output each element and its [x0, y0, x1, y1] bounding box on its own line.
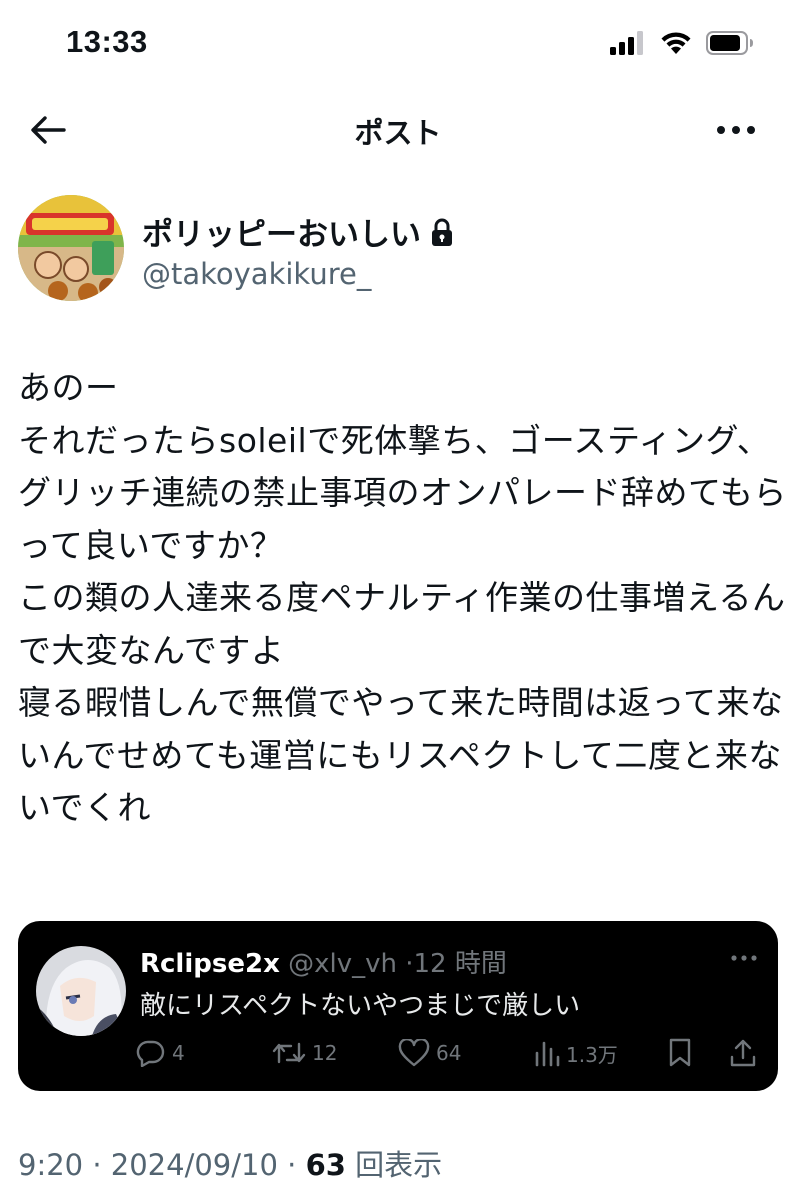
- quoted-more-button[interactable]: [728, 943, 760, 973]
- quoted-display-name[interactable]: Rclipse2x: [140, 949, 280, 979]
- author-name[interactable]: ポリッピーおいしい: [142, 209, 455, 254]
- more-icon: [717, 126, 755, 134]
- quoted-text: 敵にリスペクトないやつまじで厳しい: [140, 991, 581, 1021]
- battery-icon: [706, 31, 753, 55]
- post-time[interactable]: 9:20: [18, 1148, 83, 1182]
- views-icon: [535, 1041, 560, 1067]
- post-author: ポリッピーおいしい @takoyakikure_: [18, 195, 778, 305]
- status-time: 13:33: [66, 24, 148, 59]
- meta-separator: ·: [277, 1148, 306, 1182]
- quoted-avatar[interactable]: [36, 946, 126, 1036]
- share-icon: [730, 1039, 756, 1067]
- reply-count: 4: [172, 1041, 185, 1065]
- repost-icon: [272, 1042, 306, 1064]
- signal-icon: [610, 31, 643, 55]
- quoted-handle[interactable]: @xlv_vh: [288, 949, 397, 979]
- post-text: あのー それだったらsoleilで死体撃ち、ゴースティング、グリッチ連続の禁止事…: [18, 368, 787, 827]
- share-button[interactable]: [730, 1033, 756, 1073]
- like-button[interactable]: 64: [398, 1033, 461, 1073]
- quoted-post[interactable]: Rclipse2x @xlv_vh ·12 時間 敵にリスペクトないやつまじで厳…: [18, 921, 778, 1091]
- page-title: ポスト: [354, 116, 442, 150]
- quoted-time: 12 時間: [413, 949, 507, 979]
- quoted-separator: ·: [405, 949, 414, 979]
- views-count: 1.3万: [566, 1042, 618, 1067]
- repost-button[interactable]: 12: [272, 1033, 337, 1073]
- post-views-label: 回表示: [345, 1148, 443, 1182]
- lock-icon: [432, 218, 452, 246]
- author-handle[interactable]: @takoyakikure_: [142, 257, 371, 291]
- meta-separator: ·: [83, 1148, 111, 1182]
- bookmark-icon: [669, 1038, 691, 1067]
- views-button[interactable]: 1.3万: [534, 1033, 618, 1073]
- nav-bar: ポスト: [0, 90, 796, 170]
- like-icon: [398, 1039, 430, 1067]
- post-meta: 9:20 · 2024/09/10 · 63 回表示: [18, 1142, 442, 1184]
- avatar[interactable]: [18, 195, 124, 301]
- more-icon: [731, 955, 757, 961]
- repost-count: 12: [312, 1041, 338, 1065]
- reply-icon: [136, 1040, 165, 1067]
- quoted-header: Rclipse2x @xlv_vh ·12 時間: [140, 943, 507, 980]
- like-count: 64: [436, 1041, 462, 1065]
- post-views-count: 63: [305, 1148, 346, 1182]
- status-bar: 13:33: [0, 0, 796, 90]
- more-options-button[interactable]: [712, 108, 760, 152]
- bookmark-button[interactable]: [668, 1033, 692, 1073]
- wifi-icon: [661, 32, 691, 54]
- author-display-name: ポリッピーおいしい: [142, 217, 421, 253]
- reply-button[interactable]: 4: [136, 1033, 185, 1073]
- quoted-action-bar: 4 12 64 1.3万: [18, 1033, 778, 1073]
- post-date[interactable]: 2024/09/10: [111, 1148, 278, 1182]
